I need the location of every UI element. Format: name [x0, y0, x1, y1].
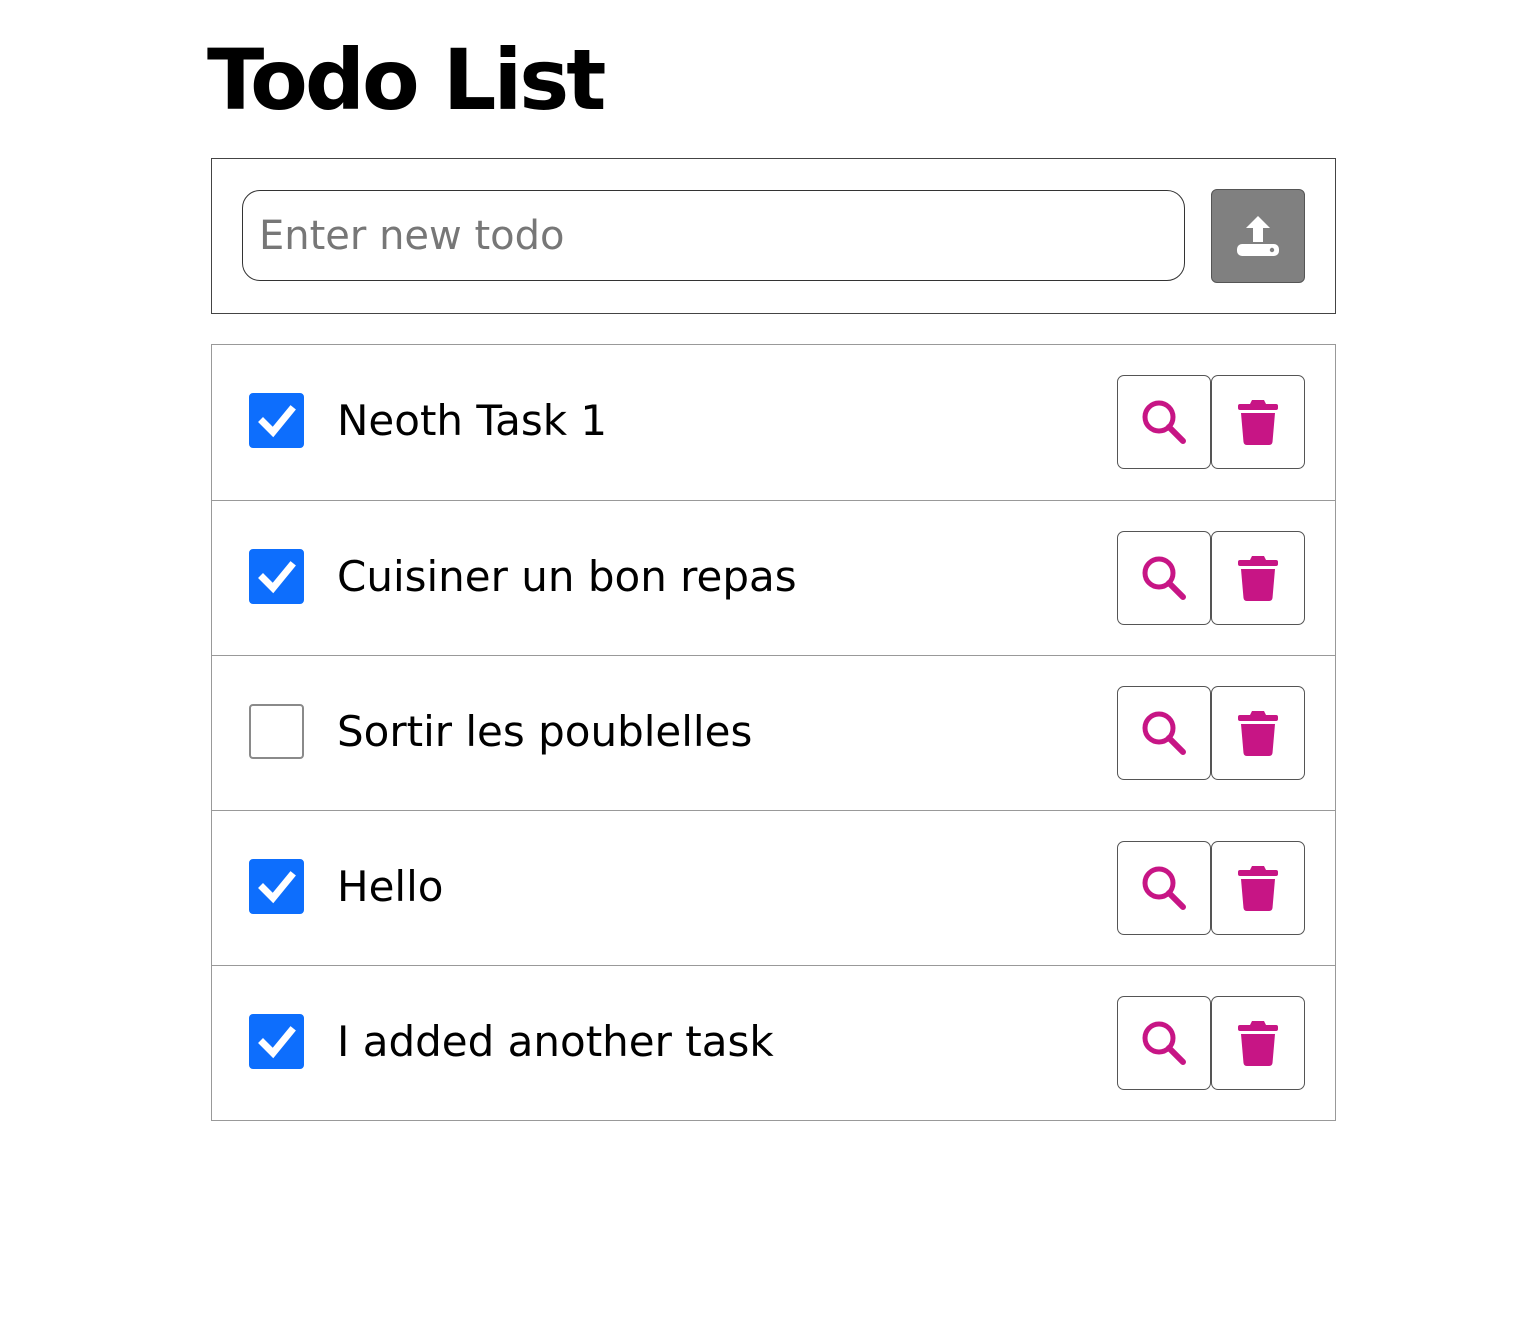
trash-icon — [1238, 864, 1278, 912]
search-icon — [1139, 708, 1189, 758]
upload-icon — [1234, 212, 1282, 260]
todo-list: Neoth Task 1 Cuisiner un bon repas Sorti… — [211, 344, 1336, 1121]
view-todo-button[interactable] — [1117, 841, 1211, 935]
todo-checkbox[interactable] — [249, 393, 304, 448]
delete-todo-button[interactable] — [1211, 686, 1305, 780]
todo-label: Neoth Task 1 — [337, 396, 608, 445]
trash-icon — [1238, 554, 1278, 602]
todo-item: Neoth Task 1 — [212, 345, 1335, 500]
search-icon — [1139, 553, 1189, 603]
todo-label: Hello — [337, 862, 444, 911]
todo-checkbox[interactable] — [249, 859, 304, 914]
todo-item: Sortir les poublelles — [212, 655, 1335, 810]
todo-checkbox[interactable] — [249, 704, 304, 759]
search-icon — [1139, 1018, 1189, 1068]
todo-label: Cuisiner un bon repas — [337, 552, 797, 601]
view-todo-button[interactable] — [1117, 375, 1211, 469]
checkmark-icon — [257, 870, 296, 903]
delete-todo-button[interactable] — [1211, 375, 1305, 469]
delete-todo-button[interactable] — [1211, 531, 1305, 625]
todo-item: I added another task — [212, 965, 1335, 1120]
trash-icon — [1238, 709, 1278, 757]
delete-todo-button[interactable] — [1211, 996, 1305, 1090]
todo-checkbox[interactable] — [249, 1014, 304, 1069]
add-todo-panel — [211, 158, 1336, 314]
add-todo-button[interactable] — [1211, 189, 1305, 283]
view-todo-button[interactable] — [1117, 996, 1211, 1090]
checkmark-icon — [257, 560, 296, 593]
page-title: Todo List — [207, 31, 606, 129]
trash-icon — [1238, 1019, 1278, 1067]
todo-label: Sortir les poublelles — [337, 707, 753, 756]
checkmark-icon — [257, 404, 296, 437]
view-todo-button[interactable] — [1117, 686, 1211, 780]
checkmark-icon — [257, 1025, 296, 1058]
delete-todo-button[interactable] — [1211, 841, 1305, 935]
trash-icon — [1238, 398, 1278, 446]
search-icon — [1139, 397, 1189, 447]
todo-item: Hello — [212, 810, 1335, 965]
todo-item: Cuisiner un bon repas — [212, 500, 1335, 655]
search-icon — [1139, 863, 1189, 913]
new-todo-input[interactable] — [242, 190, 1185, 281]
todo-label: I added another task — [337, 1017, 774, 1066]
view-todo-button[interactable] — [1117, 531, 1211, 625]
todo-checkbox[interactable] — [249, 549, 304, 604]
